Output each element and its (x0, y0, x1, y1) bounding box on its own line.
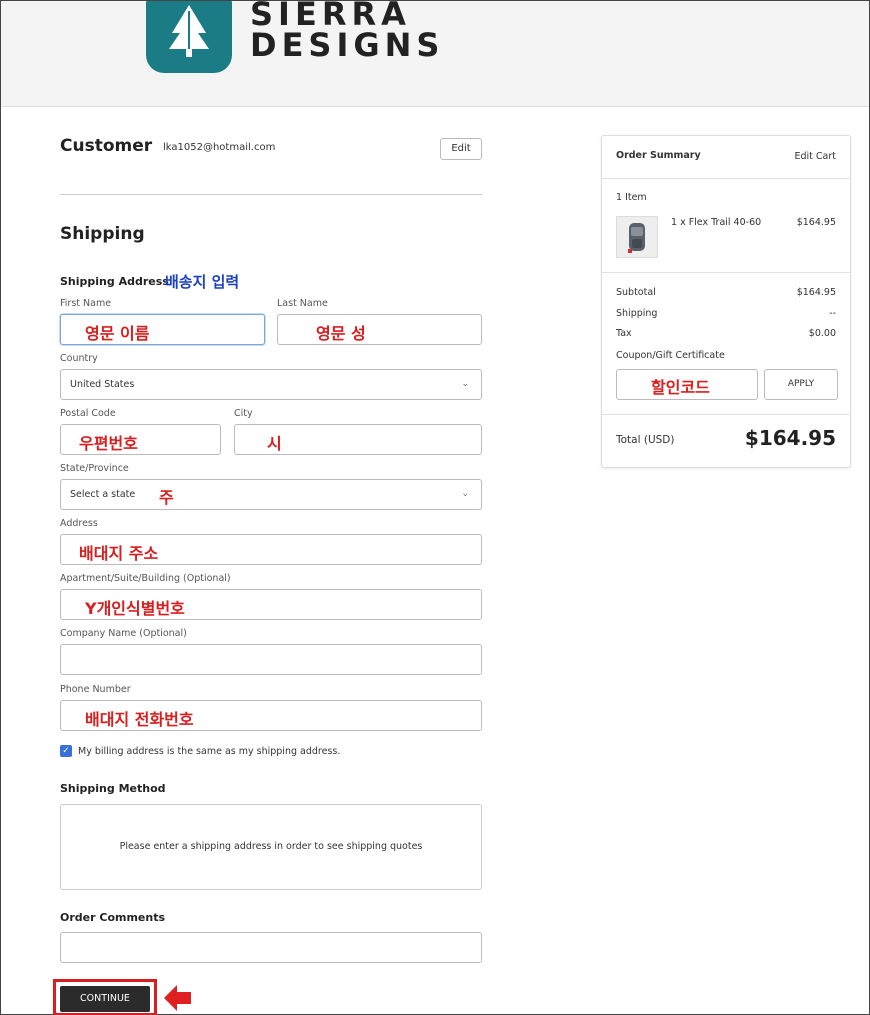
customer-email: lka1052@hotmail.com (163, 142, 276, 153)
shipping-cost-value: -- (829, 308, 836, 319)
apartment-annotation: Y개인식별번호 (85, 599, 185, 618)
product-thumbnail (616, 216, 658, 258)
continue-button[interactable]: CONTINUE (60, 986, 150, 1012)
arrow-left-icon (164, 983, 192, 1015)
brand-logo-text[interactable]: SIERRA DESIGNS (250, 1, 444, 61)
shipping-address-label: Shipping Address (60, 275, 169, 288)
subtotal-value: $164.95 (796, 287, 836, 298)
country-select[interactable]: United States ⌄ (60, 369, 482, 400)
apartment-input[interactable]: Y개인식별번호 (60, 589, 482, 620)
divider (602, 414, 850, 415)
coupon-annotation: 할인코드 (651, 378, 710, 397)
last-name-label: Last Name (277, 298, 328, 309)
shipping-cost-label: Shipping (616, 308, 658, 319)
address-label: Address (60, 518, 98, 529)
subtotal-label: Subtotal (616, 287, 656, 298)
state-label: State/Province (60, 463, 129, 474)
total-label: Total (USD) (616, 434, 675, 446)
phone-annotation: 배대지 전화번호 (85, 710, 194, 729)
billing-same-checkbox[interactable]: ✓ (60, 745, 72, 757)
phone-input[interactable]: 배대지 전화번호 (60, 700, 482, 731)
postal-code-input[interactable]: 우편번호 (60, 424, 221, 455)
postal-code-label: Postal Code (60, 408, 116, 419)
shipping-quotes-box: Please enter a shipping address in order… (60, 804, 482, 890)
first-name-annotation: 영문 이름 (85, 324, 150, 343)
continue-highlight: CONTINUE (53, 979, 157, 1015)
coupon-label: Coupon/Gift Certificate (616, 350, 725, 361)
customer-heading: Customer (60, 136, 153, 156)
first-name-label: First Name (60, 298, 112, 309)
edit-customer-button[interactable]: Edit (440, 138, 482, 160)
postal-code-annotation: 우편번호 (79, 434, 138, 453)
shipping-quotes-message: Please enter a shipping address in order… (119, 841, 423, 852)
item-count: 1 Item (616, 192, 647, 203)
company-label: Company Name (Optional) (60, 628, 187, 639)
first-name-input[interactable]: 영문 이름 (60, 314, 265, 345)
company-input[interactable] (60, 644, 482, 675)
divider (60, 194, 482, 195)
phone-label: Phone Number (60, 684, 131, 695)
city-label: City (234, 408, 253, 419)
shipping-address-annotation: 배송지 입력 (165, 273, 240, 291)
shipping-heading: Shipping (60, 224, 145, 244)
state-annotation: 주 (159, 488, 174, 507)
tax-value: $0.00 (808, 328, 836, 339)
edit-cart-link[interactable]: Edit Cart (794, 151, 836, 162)
order-summary-panel: Order Summary Edit Cart 1 Item 1 x Flex … (601, 135, 851, 468)
state-value: Select a state (70, 489, 136, 500)
chevron-down-icon: ⌄ (461, 379, 469, 389)
tax-label: Tax (616, 328, 632, 339)
divider (602, 272, 850, 273)
country-label: Country (60, 353, 98, 364)
last-name-input[interactable]: 영문 성 (277, 314, 482, 345)
item-price: $164.95 (796, 217, 836, 228)
order-summary-title: Order Summary (616, 150, 701, 161)
site-header: SIERRA DESIGNS (1, 1, 869, 107)
country-value: United States (70, 379, 135, 390)
order-comments-heading: Order Comments (60, 911, 166, 924)
city-input[interactable]: 시 (234, 424, 482, 455)
apply-coupon-button[interactable]: APPLY (764, 369, 838, 400)
total-value: $164.95 (744, 426, 836, 450)
address-annotation: 배대지 주소 (79, 544, 159, 563)
coupon-input[interactable]: 할인코드 (616, 369, 758, 400)
address-input[interactable]: 배대지 주소 (60, 534, 482, 565)
order-comments-input[interactable] (60, 932, 482, 963)
state-select[interactable]: Select a state 주 ⌄ (60, 479, 482, 510)
tree-logo-icon[interactable] (146, 1, 232, 73)
apartment-label: Apartment/Suite/Building (Optional) (60, 573, 231, 584)
chevron-down-icon: ⌄ (461, 489, 469, 499)
item-name: 1 x Flex Trail 40-60 (671, 217, 762, 228)
shipping-method-heading: Shipping Method (60, 782, 166, 795)
last-name-annotation: 영문 성 (316, 324, 366, 343)
billing-same-label: My billing address is the same as my shi… (78, 746, 341, 757)
city-annotation: 시 (267, 434, 282, 453)
divider (602, 178, 850, 179)
